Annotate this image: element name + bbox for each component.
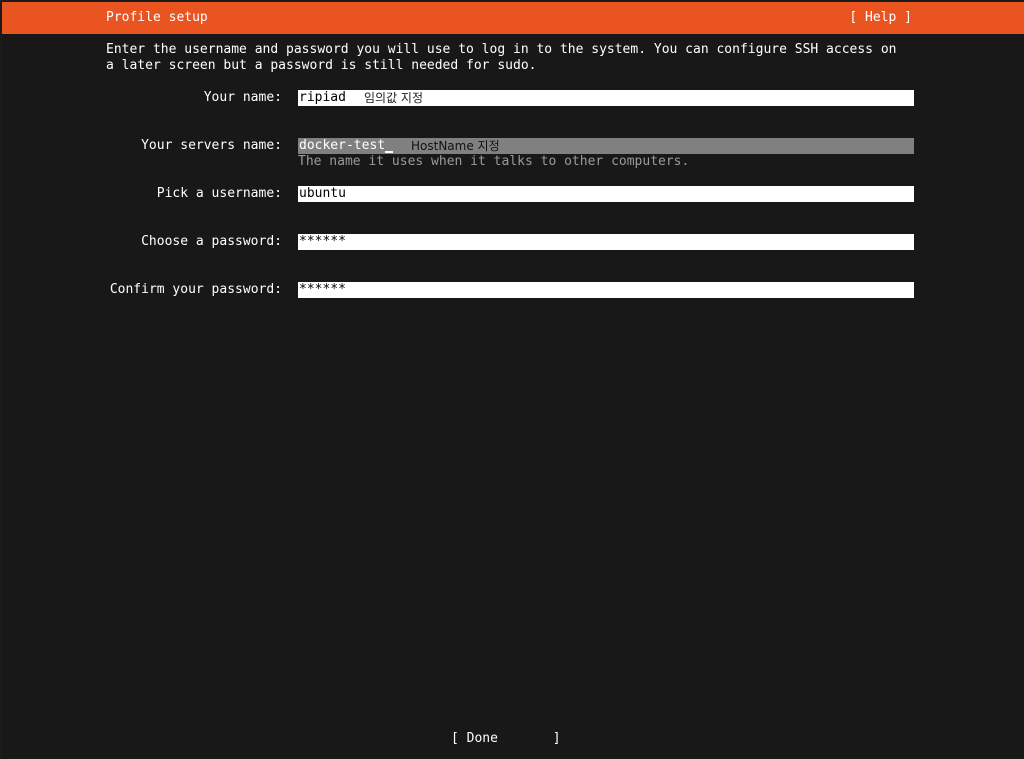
server-name-annotation: HostName 지정: [411, 139, 500, 153]
your-name-annotation: 임의값 지정: [364, 91, 424, 105]
password-input[interactable]: ******: [298, 234, 914, 250]
confirm-password-value: ******: [299, 282, 346, 297]
header-bar: Profile setup [ Help ]: [2, 2, 1024, 34]
installer-screen: Profile setup [ Help ] Enter the usernam…: [2, 2, 1024, 759]
your-name-input[interactable]: ripiad 임의값 지정: [298, 90, 914, 106]
intro-text: Enter the username and password you will…: [106, 42, 926, 74]
password-label: Choose a password:: [141, 234, 282, 249]
help-button[interactable]: [ Help ]: [849, 10, 912, 26]
done-button[interactable]: [ Done ]: [451, 731, 561, 747]
server-name-value-wrap: docker-test: [299, 138, 394, 154]
server-name-help: The name it uses when it talks to other …: [298, 154, 690, 169]
confirm-password-input[interactable]: ******: [298, 282, 914, 298]
username-input[interactable]: ubuntu: [298, 186, 914, 202]
page-title: Profile setup: [106, 10, 208, 25]
your-name-value: ripiad: [299, 90, 346, 105]
password-value: ******: [299, 234, 346, 249]
server-name-value: docker-test: [299, 138, 386, 153]
server-name-label: Your servers name:: [141, 138, 282, 153]
username-value: ubuntu: [299, 186, 346, 201]
server-name-input[interactable]: docker-test HostName 지정: [298, 138, 914, 154]
username-label: Pick a username:: [156, 186, 282, 201]
text-cursor: [385, 151, 394, 153]
confirm-password-label: Confirm your password:: [109, 282, 282, 297]
your-name-label: Your name:: [203, 90, 282, 105]
intro-line-1: Enter the username and password you will…: [106, 42, 897, 57]
intro-line-2: a later screen but a password is still n…: [106, 58, 537, 73]
